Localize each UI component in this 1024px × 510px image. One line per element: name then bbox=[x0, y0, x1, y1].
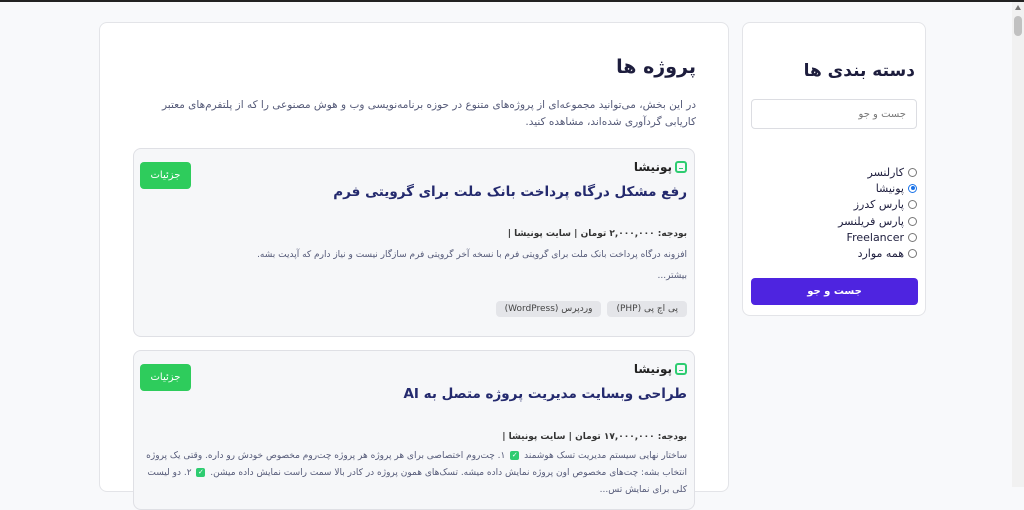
project-meta: بودجه: ۲,۰۰۰,۰۰۰ تومان | سایت پونیشا | bbox=[507, 229, 687, 239]
radio-label: همه موارد bbox=[857, 247, 904, 261]
radio-button-selected[interactable] bbox=[908, 183, 917, 193]
details-button[interactable]: جزئیات bbox=[140, 364, 191, 391]
checkmark-icon: ✓ bbox=[196, 468, 206, 477]
radio-label: پارس فریلنسر bbox=[838, 214, 904, 228]
description-part: ساختار نهایی سیستم مدیریت تسک هوشمند bbox=[524, 451, 687, 461]
radio-option-all[interactable]: همه موارد bbox=[838, 245, 917, 261]
project-card: پونیشا جزئیات رفع مشکل درگاه پرداخت بانک… bbox=[133, 148, 695, 337]
intro-text: در این بخش، می‌توانید مجموعه‌ای از پروژه… bbox=[162, 99, 696, 128]
categories-sidebar: دسته بندی ها کارلنسر پونیشا پارس کدرز پا… bbox=[742, 22, 926, 316]
ponisha-logo: پونیشا bbox=[634, 362, 687, 376]
project-card: پونیشا جزئیات طراحی وبسایت مدیریت پروژه … bbox=[133, 350, 695, 510]
ponisha-logo-icon bbox=[675, 363, 687, 375]
project-description: افزونه درگاه پرداخت بانک ملت برای گرویتی… bbox=[257, 250, 687, 260]
radio-label: کارلنسر bbox=[867, 165, 904, 179]
radio-option-ponisha[interactable]: پونیشا bbox=[838, 180, 917, 196]
sidebar-title: دسته بندی ها bbox=[803, 61, 915, 81]
checkmark-icon: ✓ bbox=[510, 451, 520, 460]
search-input[interactable] bbox=[751, 99, 917, 129]
window-top-border bbox=[0, 0, 1024, 2]
logo-text: پونیشا bbox=[633, 160, 673, 174]
project-description: ساختار نهایی سیستم مدیریت تسک هوشمند ✓ ۱… bbox=[135, 448, 687, 499]
radio-button[interactable] bbox=[908, 232, 917, 242]
radio-label: پارس کدرز bbox=[853, 198, 904, 212]
project-tags: پی اچ پی (PHP) وردپرس (WordPress) bbox=[495, 301, 687, 317]
radio-option-parscoders[interactable]: پارس کدرز bbox=[838, 197, 917, 213]
radio-button[interactable] bbox=[908, 167, 917, 177]
ponisha-logo: پونیشا bbox=[634, 160, 687, 174]
projects-panel: پروژه ها در این بخش، می‌توانید مجموعه‌ای… bbox=[99, 22, 729, 510]
scroll-thumb[interactable] bbox=[1014, 16, 1022, 36]
search-button[interactable]: جست و جو bbox=[751, 278, 918, 305]
scroll-up-icon[interactable] bbox=[1015, 5, 1021, 10]
project-meta: بودجه: ۱۷,۰۰۰,۰۰۰ تومان | سایت پونیشا | bbox=[502, 432, 687, 442]
tag-php: پی اچ پی (PHP) bbox=[607, 301, 687, 317]
radio-label: پونیشا bbox=[875, 181, 904, 195]
radio-button[interactable] bbox=[908, 216, 917, 226]
radio-button[interactable] bbox=[908, 200, 917, 210]
page-scrollbar[interactable] bbox=[1012, 2, 1024, 487]
project-title[interactable]: طراحی وبسایت مدیریت پروژه متصل به AI bbox=[403, 386, 687, 402]
radio-option-karlancer[interactable]: کارلنسر bbox=[838, 164, 917, 180]
project-title[interactable]: رفع مشکل درگاه پرداخت بانک ملت برای گروی… bbox=[333, 184, 687, 200]
details-button[interactable]: جزئیات bbox=[140, 162, 191, 189]
category-radio-list: کارلنسر پونیشا پارس کدرز پارس فریلنسر Fr… bbox=[838, 164, 917, 262]
radio-label: Freelancer bbox=[846, 230, 904, 244]
page-title: پروژه ها bbox=[616, 56, 696, 78]
more-link[interactable]: بیشتر... bbox=[657, 271, 687, 281]
logo-text: پونیشا bbox=[633, 362, 673, 376]
ponisha-logo-icon bbox=[675, 161, 687, 173]
radio-button[interactable] bbox=[908, 249, 917, 259]
tag-wordpress: وردپرس (WordPress) bbox=[495, 301, 602, 317]
radio-option-freelancer[interactable]: Freelancer bbox=[838, 229, 917, 245]
radio-option-parsfreelancer[interactable]: پارس فریلنسر bbox=[838, 213, 917, 229]
